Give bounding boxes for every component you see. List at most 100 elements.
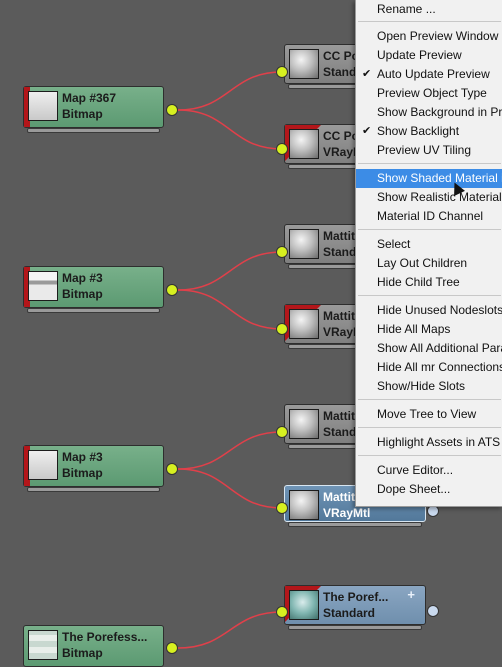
node-map-3-b[interactable]: Map #3 Bitmap xyxy=(23,445,164,487)
input-socket[interactable] xyxy=(276,426,288,438)
bitmap-thumbnail xyxy=(28,271,58,301)
input-socket[interactable] xyxy=(276,606,288,618)
menu-separator xyxy=(358,455,501,456)
menu-item-select[interactable]: Select xyxy=(356,235,502,254)
node-footer[interactable] xyxy=(288,164,360,169)
node-map-3-a[interactable]: Map #3 Bitmap xyxy=(23,266,164,308)
menu-item-preview-object-type[interactable]: Preview Object Type xyxy=(356,84,502,103)
output-socket[interactable] xyxy=(166,642,178,654)
menu-item-show-background[interactable]: Show Background in Preview xyxy=(356,103,502,122)
menu-separator xyxy=(358,21,501,22)
node-footer[interactable] xyxy=(288,444,360,449)
node-type: Bitmap xyxy=(62,466,103,480)
node-title: CC Po xyxy=(323,49,359,63)
node-footer[interactable] xyxy=(288,264,360,269)
node-cc-standard[interactable]: CC Po Standa xyxy=(284,44,364,84)
plus-icon[interactable]: + xyxy=(407,587,415,602)
menu-item-label: Show Backlight xyxy=(377,124,460,138)
menu-item-highlight-assets[interactable]: Highlight Assets in ATS Dialog xyxy=(356,433,502,452)
input-socket[interactable] xyxy=(276,246,288,258)
node-type: Standard xyxy=(323,606,376,620)
menu-item-label: Show Background in Preview xyxy=(377,105,502,119)
node-title: Map #3 xyxy=(62,450,103,464)
node-title: Map #3 xyxy=(62,271,103,285)
node-type: VRayMtl xyxy=(323,506,371,520)
node-type: Bitmap xyxy=(62,287,103,301)
menu-item-label: Show All Additional Params xyxy=(377,341,502,355)
node-title: Mattit xyxy=(323,490,355,504)
menu-item-label: Hide All mr Connections xyxy=(377,360,502,374)
node-title: Mattit xyxy=(323,409,355,423)
output-socket[interactable] xyxy=(427,605,439,617)
menu-item-preview-uv-tiling[interactable]: Preview UV Tiling xyxy=(356,141,502,160)
menu-item-label: Rename ... xyxy=(377,2,436,16)
menu-item-hide-unused-nodeslots[interactable]: Hide Unused Nodeslots xyxy=(356,301,502,320)
menu-item-move-tree-to-view[interactable]: Move Tree to View xyxy=(356,405,502,424)
node-mattit-standard[interactable]: Mattit Standa xyxy=(284,224,364,264)
node-map-367[interactable]: Map #367 Bitmap xyxy=(23,86,164,128)
wire xyxy=(177,71,283,111)
node-title: The Poref... xyxy=(323,590,389,604)
menu-item-label: Open Preview Window ... xyxy=(377,29,502,43)
menu-item-show-shaded-material[interactable]: Show Shaded Material in Viewport xyxy=(356,169,502,188)
node-title: CC Po xyxy=(323,129,359,143)
menu-item-label: Hide Unused Nodeslots xyxy=(377,303,502,317)
output-socket[interactable] xyxy=(166,104,178,116)
node-footer[interactable] xyxy=(27,487,160,492)
input-socket[interactable] xyxy=(276,502,288,514)
menu-item-label: Auto Update Preview xyxy=(377,67,490,81)
node-footer[interactable] xyxy=(288,344,360,349)
menu-item-label: Hide All Maps xyxy=(377,322,451,336)
node-footer[interactable] xyxy=(288,84,360,89)
menu-item-label: Highlight Assets in ATS Dialog xyxy=(377,435,502,449)
menu-item-label: Dope Sheet... xyxy=(377,482,451,496)
menu-separator xyxy=(358,295,501,296)
node-cc-vraymtl[interactable]: CC Po VRayM xyxy=(284,124,364,164)
menu-item-rename[interactable]: Rename ... xyxy=(356,0,502,19)
menu-item-auto-update-preview[interactable]: ✔ Auto Update Preview xyxy=(356,65,502,84)
material-sphere-thumbnail xyxy=(289,309,319,339)
wire xyxy=(177,431,283,470)
menu-item-dope-sheet[interactable]: Dope Sheet... xyxy=(356,480,502,499)
node-context-menu: Rename ... Open Preview Window ... Updat… xyxy=(355,0,502,507)
node-footer[interactable] xyxy=(27,128,160,133)
menu-item-label: Curve Editor... xyxy=(377,463,454,477)
node-title: The Porefess... xyxy=(62,630,148,644)
menu-item-update-preview[interactable]: Update Preview xyxy=(356,46,502,65)
input-socket[interactable] xyxy=(276,323,288,335)
menu-item-show-all-additional-params[interactable]: Show All Additional Params xyxy=(356,339,502,358)
menu-item-label: Show Realistic Material in Viewport xyxy=(377,190,502,204)
menu-item-open-preview-window[interactable]: Open Preview Window ... xyxy=(356,27,502,46)
menu-item-hide-child-tree[interactable]: Hide Child Tree xyxy=(356,273,502,292)
menu-item-lay-out-children[interactable]: Lay Out Children xyxy=(356,254,502,273)
node-porefess-standard[interactable]: The Poref... Standard + xyxy=(284,585,426,625)
menu-item-hide-all-mr-connections[interactable]: Hide All mr Connections xyxy=(356,358,502,377)
menu-item-show-backlight[interactable]: ✔ Show Backlight xyxy=(356,122,502,141)
material-sphere-thumbnail xyxy=(289,229,319,259)
node-footer[interactable] xyxy=(288,625,422,630)
node-porefess-bitmap[interactable]: The Porefess... Bitmap xyxy=(23,625,164,667)
menu-item-label: Show/Hide Slots xyxy=(377,379,466,393)
output-socket[interactable] xyxy=(166,463,178,475)
wire xyxy=(177,611,283,649)
node-title: Map #367 xyxy=(62,91,117,105)
menu-item-hide-all-maps[interactable]: Hide All Maps xyxy=(356,320,502,339)
menu-item-material-id-channel[interactable]: Material ID Channel xyxy=(356,207,502,226)
checkmark-icon: ✔ xyxy=(362,68,372,80)
node-mattit-vraymtl[interactable]: Mattit VRayM xyxy=(284,304,364,344)
menu-item-show-realistic-material[interactable]: Show Realistic Material in Viewport xyxy=(356,188,502,207)
menu-item-label: Hide Child Tree xyxy=(377,275,460,289)
input-socket[interactable] xyxy=(276,66,288,78)
node-footer[interactable] xyxy=(27,308,160,313)
node-footer[interactable] xyxy=(288,522,422,527)
menu-item-show-hide-slots[interactable]: Show/Hide Slots xyxy=(356,377,502,396)
output-socket[interactable] xyxy=(166,284,178,296)
node-mattit-standard-2[interactable]: Mattit Standa xyxy=(284,404,364,444)
wire xyxy=(177,468,283,509)
menu-item-label: Update Preview xyxy=(377,48,462,62)
menu-item-curve-editor[interactable]: Curve Editor... xyxy=(356,461,502,480)
node-title: Mattit xyxy=(323,309,355,323)
bitmap-thumbnail xyxy=(28,91,58,121)
input-socket[interactable] xyxy=(276,143,288,155)
slate-material-editor-view[interactable]: Map #367 Bitmap CC Po Standa CC Po VRayM… xyxy=(0,0,502,667)
